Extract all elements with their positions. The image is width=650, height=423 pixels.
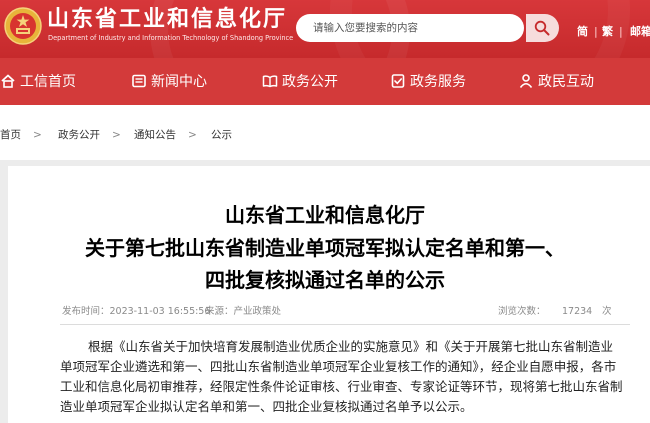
- paragraph-line-1: 根据《山东省关于加快培育发展制造业优质企业的实施意见》和《关于开展第七批山东省制…: [88, 339, 614, 354]
- views-unit: 次: [602, 306, 612, 317]
- article-title-line-2: 关于第七批山东省制造业单项冠军拟认定名单和第一、: [85, 236, 565, 260]
- breadcrumb-gov-affairs[interactable]: 政务公开: [58, 124, 100, 146]
- site-title[interactable]: 山东省工业和信息化厅: [47, 8, 287, 32]
- nav-item-label: 工信首页: [20, 74, 76, 90]
- search-button[interactable]: [526, 14, 559, 42]
- newspaper-icon: [132, 74, 146, 88]
- views-count: 17234: [562, 306, 593, 317]
- lang-divider: |: [619, 25, 623, 38]
- publish-time: 发布时间：2023-11-03 16:55:56: [62, 306, 211, 317]
- paragraph-line-2: 单项冠军企业遴选和第一、四批山东省制造业单项冠军企业复核工作的通知》，经企业自愿…: [60, 359, 617, 374]
- mailbox-link[interactable]: 邮箱: [630, 25, 650, 39]
- nav-item-label: 政务公开: [282, 74, 338, 90]
- article-title-line-1: 山东省工业和信息化厅: [225, 203, 425, 227]
- paragraph-line-4: 造业单项冠军企业拟认定名单和第一、四批企业复核拟通过名单予以公示。: [60, 399, 473, 414]
- nav-item-label: 政民互动: [538, 74, 594, 90]
- breadcrumb-separator: >: [112, 129, 121, 141]
- traditional-chinese-link[interactable]: 繁: [602, 25, 613, 39]
- breadcrumb-notices[interactable]: 通知公告: [134, 124, 176, 146]
- article-title-line-3: 四批复核拟通过名单的公示: [205, 268, 445, 292]
- search-input[interactable]: 请输入您要搜索的内容: [296, 14, 524, 42]
- paragraph-line-3: 工业和信息化局初审推荐，经限定性条件论证审核、行业审查、专家论证等环节，现将第七…: [60, 379, 623, 394]
- nav-item-gov-affairs[interactable]: 政务公开: [262, 70, 338, 92]
- people-icon: [519, 74, 533, 88]
- nav-item-gov-service[interactable]: 政务服务: [390, 70, 466, 92]
- lang-divider: |: [594, 25, 598, 38]
- nav-item-label: 新闻中心: [151, 74, 207, 90]
- breadcrumb-current: 公示: [211, 129, 232, 141]
- simplified-chinese-link[interactable]: 简: [577, 25, 588, 39]
- article-source: 来源：产业政策处: [205, 306, 282, 317]
- main-nav: 工信首页 新闻中心 政务公开 政务服务 政民互动: [0, 58, 650, 105]
- breadcrumb-home[interactable]: 首页: [0, 124, 21, 146]
- nav-item-label: 政务服务: [410, 74, 466, 90]
- breadcrumb-separator: >: [33, 129, 42, 141]
- breadcrumb: 首页 > 政务公开 > 通知公告 > 公示: [0, 124, 650, 146]
- national-emblem-icon[interactable]: [4, 7, 42, 45]
- nav-item-news[interactable]: 新闻中心: [131, 70, 207, 92]
- views-label: 浏览次数：: [498, 306, 546, 317]
- nav-item-home[interactable]: 工信首页: [0, 70, 76, 92]
- service-icon: [391, 74, 405, 88]
- search-placeholder: 请输入您要搜索的内容: [313, 22, 418, 34]
- meta-divider: [60, 324, 630, 325]
- breadcrumb-separator: >: [188, 129, 197, 141]
- site-subtitle: Department of Industry and Information T…: [48, 34, 294, 42]
- home-icon: [1, 74, 15, 88]
- site-header: 山东省工业和信息化厅 Department of Industry and In…: [0, 0, 650, 58]
- open-book-icon: [262, 75, 278, 88]
- search-icon: [534, 20, 550, 36]
- nav-item-interaction[interactable]: 政民互动: [518, 70, 594, 92]
